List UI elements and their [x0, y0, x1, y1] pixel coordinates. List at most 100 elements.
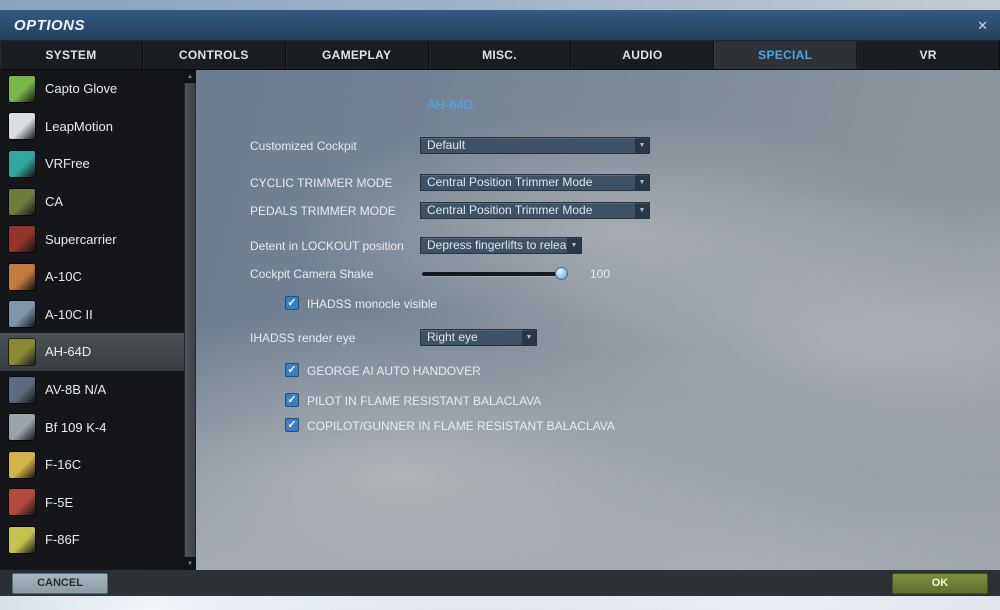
slider-knob[interactable] [555, 267, 568, 280]
a-10c-icon [9, 263, 35, 290]
dialog-title: OPTIONS [14, 17, 86, 34]
row-george-ai: ✓ GEORGE AI AUTO HANDOVER [196, 362, 1000, 380]
sidebar-item-a-10c-ii[interactable]: A-10C II [0, 296, 184, 334]
tab-misc[interactable]: MISC. [429, 41, 572, 69]
check-icon: ✓ [287, 394, 297, 406]
chevron-down-icon[interactable]: ▼ [567, 238, 581, 253]
cyclic-trimmer-label: CYCLIC TRIMMER MODE [250, 176, 393, 190]
sidebar-item-vrfree[interactable]: VRFree [0, 145, 184, 183]
tab-bar: SYSTEM CONTROLS GAMEPLAY MISC. AUDIO SPE… [0, 41, 1000, 70]
chevron-down-icon[interactable]: ▼ [635, 138, 649, 153]
row-customized-cockpit: Customized Cockpit Default ▼ [196, 137, 1000, 155]
sidebar-item-label: AH-64D [45, 344, 92, 360]
scroll-up-icon[interactable]: ▲ [184, 70, 196, 83]
slider-track[interactable] [422, 272, 568, 276]
tab-vr[interactable]: VR [857, 41, 1000, 69]
supercarrier-icon [9, 226, 35, 253]
row-pilot-balaclava: ✓ PILOT IN FLAME RESISTANT BALACLAVA [196, 392, 1000, 410]
pedals-trimmer-dropdown[interactable]: Central Position Trimmer Mode ▼ [420, 202, 650, 219]
ok-button[interactable]: OK [892, 573, 988, 594]
dropdown-value: Right eye [427, 330, 478, 344]
chevron-down-icon[interactable]: ▼ [635, 203, 649, 218]
check-icon: ✓ [287, 364, 297, 376]
sidebar-item-leapmotion[interactable]: LeapMotion [0, 108, 184, 146]
sidebar-item-f-16c[interactable]: F-16C [0, 446, 184, 484]
sidebar-item-label: F-86F [45, 532, 80, 548]
copilot-balaclava-checkbox[interactable]: ✓ [285, 418, 299, 432]
george-ai-label: GEORGE AI AUTO HANDOVER [307, 364, 481, 378]
sidebar-item-ca[interactable]: CA [0, 183, 184, 221]
dropdown-value: Central Position Trimmer Mode [427, 203, 593, 217]
camera-shake-value: 100 [590, 267, 611, 281]
tab-gameplay[interactable]: GAMEPLAY [286, 41, 429, 69]
sidebar-item-label: A-10C [45, 269, 82, 285]
dropdown-value: Central Position Trimmer Mode [427, 175, 593, 189]
copilot-balaclava-label: COPILOT/GUNNER IN FLAME RESISTANT BALACL… [307, 419, 615, 433]
sidebar-item-a-10c[interactable]: A-10C [0, 258, 184, 296]
row-pedals-trimmer: PEDALS TRIMMER MODE Central Position Tri… [196, 202, 1000, 220]
vrfree-icon [9, 150, 35, 177]
tab-system[interactable]: SYSTEM [0, 41, 143, 69]
ihadss-monocle-label: IHADSS monocle visible [307, 297, 438, 311]
close-icon[interactable]: ✕ [977, 10, 988, 41]
sidebar-item-label: CA [45, 194, 64, 210]
module-title: AH-64D [426, 97, 474, 112]
row-camera-shake: Cockpit Camera Shake 100 [196, 265, 1000, 283]
row-copilot-balaclava: ✓ COPILOT/GUNNER IN FLAME RESISTANT BALA… [196, 417, 1000, 435]
dropdown-value: Depress fingerlifts to release l [427, 238, 567, 252]
customized-cockpit-dropdown[interactable]: Default ▼ [420, 137, 650, 154]
pedals-trimmer-label: PEDALS TRIMMER MODE [250, 204, 396, 218]
module-list: Capto Glove LeapMotion VRFree CA Superca… [0, 70, 184, 570]
george-ai-checkbox[interactable]: ✓ [285, 363, 299, 377]
detent-lockout-label: Detent in LOCKOUT position [250, 239, 404, 253]
detent-lockout-dropdown[interactable]: Depress fingerlifts to release l ▼ [420, 237, 582, 254]
tab-special[interactable]: SPECIAL [714, 41, 858, 69]
row-detent-lockout: Detent in LOCKOUT position Depress finge… [196, 237, 1000, 255]
sidebar-item-bf-109[interactable]: Bf 109 K-4 [0, 408, 184, 446]
ihadss-render-eye-dropdown[interactable]: Right eye ▼ [420, 329, 537, 346]
customized-cockpit-label: Customized Cockpit [250, 139, 357, 153]
row-ihadss-monocle: ✓ IHADSS monocle visible [196, 295, 1000, 313]
sidebar-item-label: F-5E [45, 494, 74, 510]
ah-64d-icon [9, 338, 35, 365]
capto-glove-icon [9, 75, 35, 102]
sidebar-item-ah-64d[interactable]: AH-64D [0, 333, 184, 371]
pilot-balaclava-checkbox[interactable]: ✓ [285, 393, 299, 407]
sidebar-item-supercarrier[interactable]: Supercarrier [0, 220, 184, 258]
row-ihadss-render-eye: IHADSS render eye Right eye ▼ [196, 329, 1000, 347]
sidebar-scrollbar[interactable]: ▲ ▼ [184, 70, 196, 570]
row-cyclic-trimmer: CYCLIC TRIMMER MODE Central Position Tri… [196, 174, 1000, 192]
camera-shake-label: Cockpit Camera Shake [250, 267, 374, 281]
chevron-down-icon[interactable]: ▼ [522, 330, 536, 345]
sidebar-item-capto-glove[interactable]: Capto Glove [0, 70, 184, 108]
av-8b-icon [9, 376, 35, 403]
f-5e-icon [9, 489, 35, 516]
cancel-button[interactable]: CANCEL [12, 573, 108, 594]
sidebar-item-label: AV-8B N/A [45, 382, 107, 398]
sidebar-item-label: F-16C [45, 457, 82, 473]
footer-bar: CANCEL OK [0, 570, 1000, 596]
titlebar: OPTIONS ✕ [0, 10, 1000, 41]
cyclic-trimmer-dropdown[interactable]: Central Position Trimmer Mode ▼ [420, 174, 650, 191]
options-dialog: OPTIONS ✕ SYSTEM CONTROLS GAMEPLAY MISC.… [0, 10, 1000, 596]
sidebar-item-label: Capto Glove [45, 81, 118, 97]
sidebar-item-av-8b[interactable]: AV-8B N/A [0, 371, 184, 409]
f-16c-icon [9, 451, 35, 478]
sidebar-item-label: A-10C II [45, 306, 93, 322]
ca-icon [9, 188, 35, 215]
sidebar-item-label: Bf 109 K-4 [45, 419, 107, 435]
sidebar-item-f-5e[interactable]: F-5E [0, 484, 184, 522]
sidebar-item-label: VRFree [45, 156, 90, 172]
scroll-down-icon[interactable]: ▼ [184, 557, 196, 570]
ihadss-monocle-checkbox[interactable]: ✓ [285, 296, 299, 310]
scrollbar-thumb[interactable] [185, 83, 195, 557]
ihadss-render-eye-label: IHADSS render eye [250, 331, 356, 345]
sidebar-item-f-86f[interactable]: F-86F [0, 521, 184, 559]
leapmotion-icon [9, 113, 35, 140]
tab-audio[interactable]: AUDIO [571, 41, 715, 69]
chevron-down-icon[interactable]: ▼ [635, 175, 649, 190]
tab-controls[interactable]: CONTROLS [143, 41, 286, 69]
special-options-panel: AH-64D Customized Cockpit Default ▼ CYCL… [196, 70, 1000, 570]
check-icon: ✓ [287, 419, 297, 431]
camera-shake-slider[interactable] [422, 265, 568, 283]
